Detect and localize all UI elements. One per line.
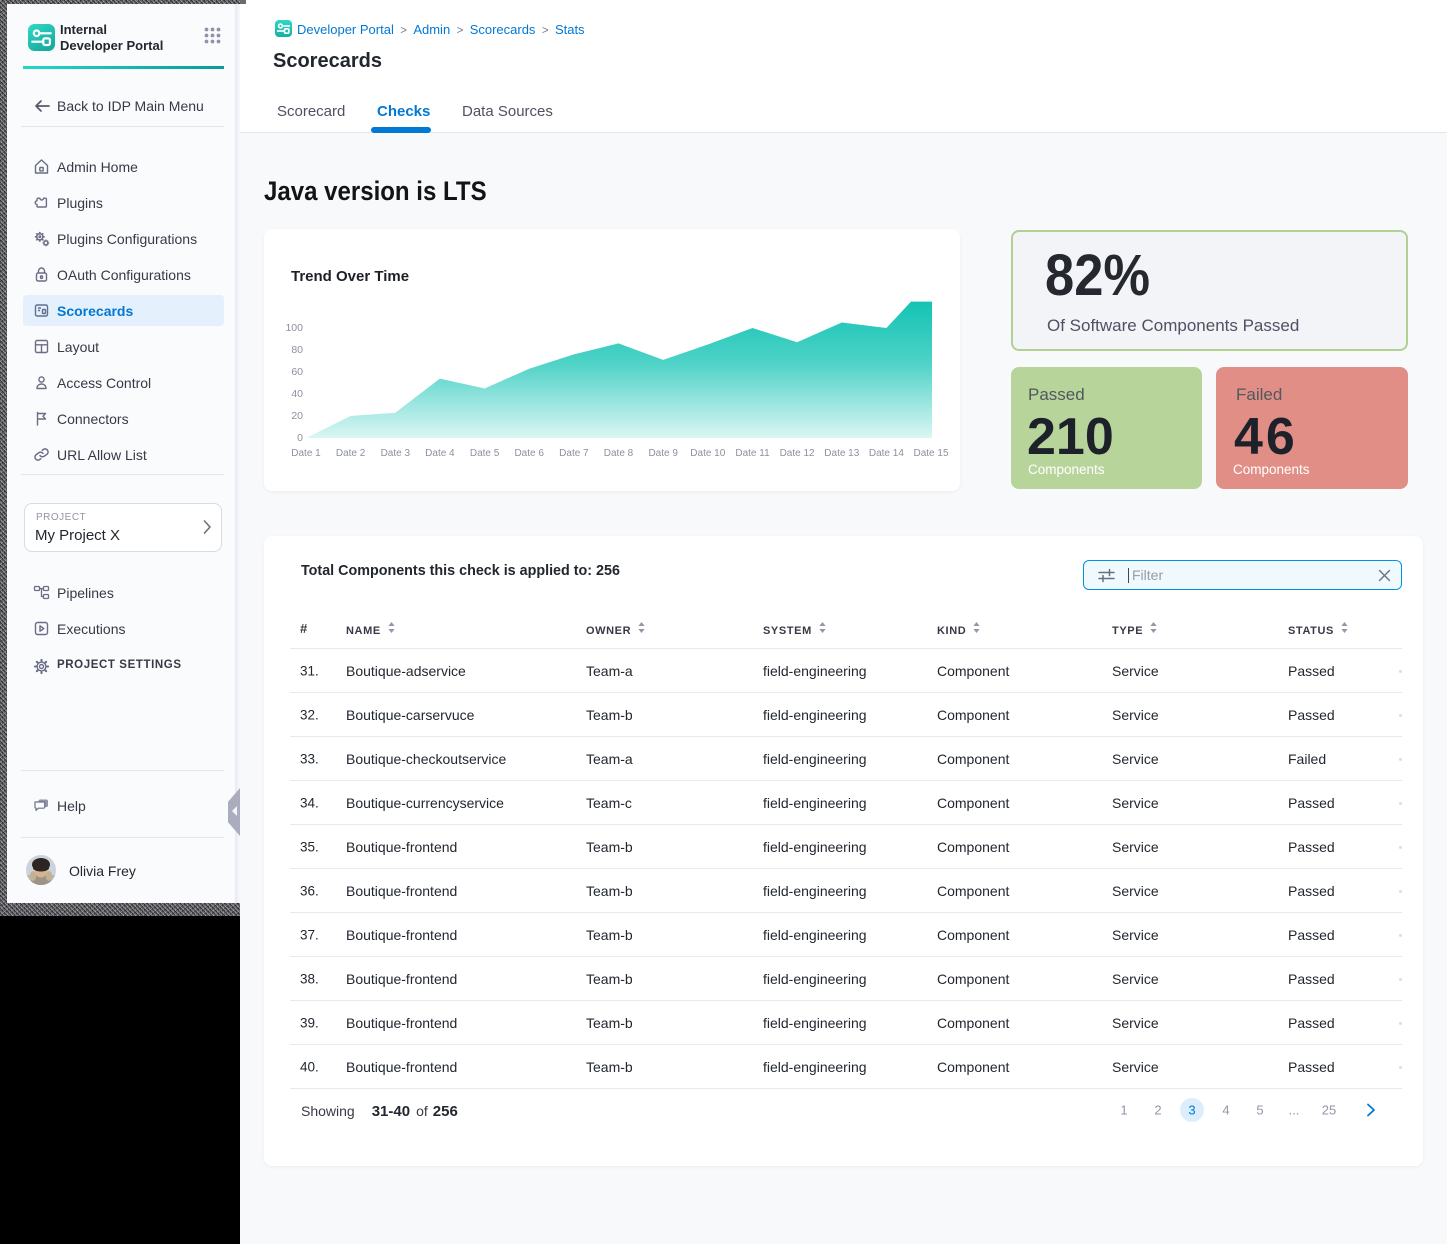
svg-text:Date 8: Date 8 [604, 448, 634, 459]
svg-text:Date 6: Date 6 [514, 448, 544, 459]
svg-text:Date 3: Date 3 [381, 448, 411, 459]
svg-text:100: 100 [285, 322, 303, 334]
svg-text:Date 14: Date 14 [869, 448, 904, 459]
svg-text:Date 2: Date 2 [336, 448, 366, 459]
svg-text:60: 60 [291, 366, 303, 378]
svg-text:Date 1: Date 1 [291, 448, 321, 459]
svg-text:20: 20 [291, 410, 303, 422]
svg-text:Date 12: Date 12 [780, 448, 815, 459]
svg-text:Date 15: Date 15 [913, 448, 948, 459]
svg-text:Date 13: Date 13 [824, 448, 859, 459]
svg-text:Date 11: Date 11 [735, 448, 770, 459]
svg-text:Date 9: Date 9 [648, 448, 678, 459]
svg-text:Date 5: Date 5 [470, 448, 500, 459]
svg-text:0: 0 [297, 432, 303, 444]
svg-text:Date 4: Date 4 [425, 448, 455, 459]
svg-text:Date 10: Date 10 [690, 448, 725, 459]
svg-text:Date 7: Date 7 [559, 448, 589, 459]
svg-text:80: 80 [291, 344, 303, 356]
svg-text:40: 40 [291, 388, 303, 400]
